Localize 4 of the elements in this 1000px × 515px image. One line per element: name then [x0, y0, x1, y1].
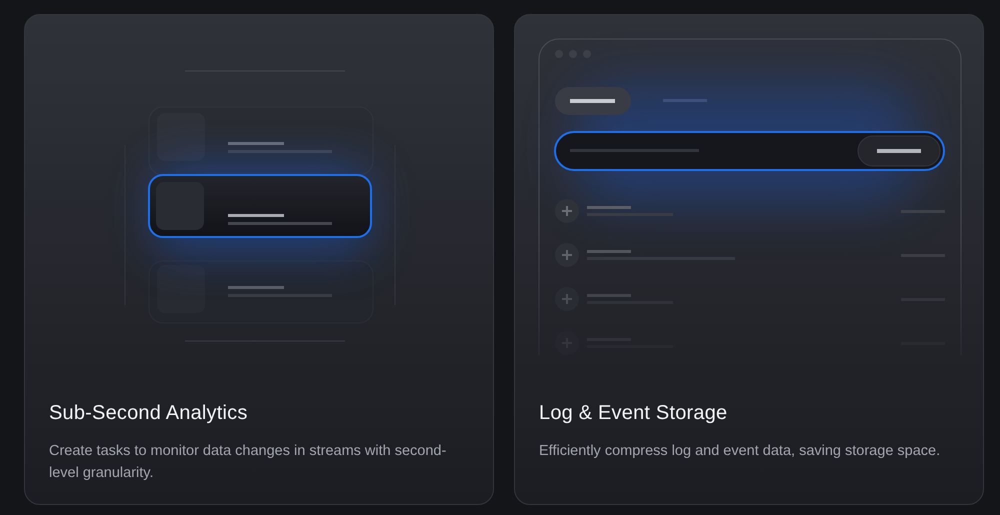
card-description: Efficiently compress log and event data, saving storage space.	[539, 442, 942, 461]
card-title: Sub-Second Analytics	[48, 401, 249, 426]
card-description: Create tasks to monitor data changes in streams with second-level granularity.	[49, 442, 448, 483]
card-title: Log & Event Storage	[538, 401, 728, 426]
